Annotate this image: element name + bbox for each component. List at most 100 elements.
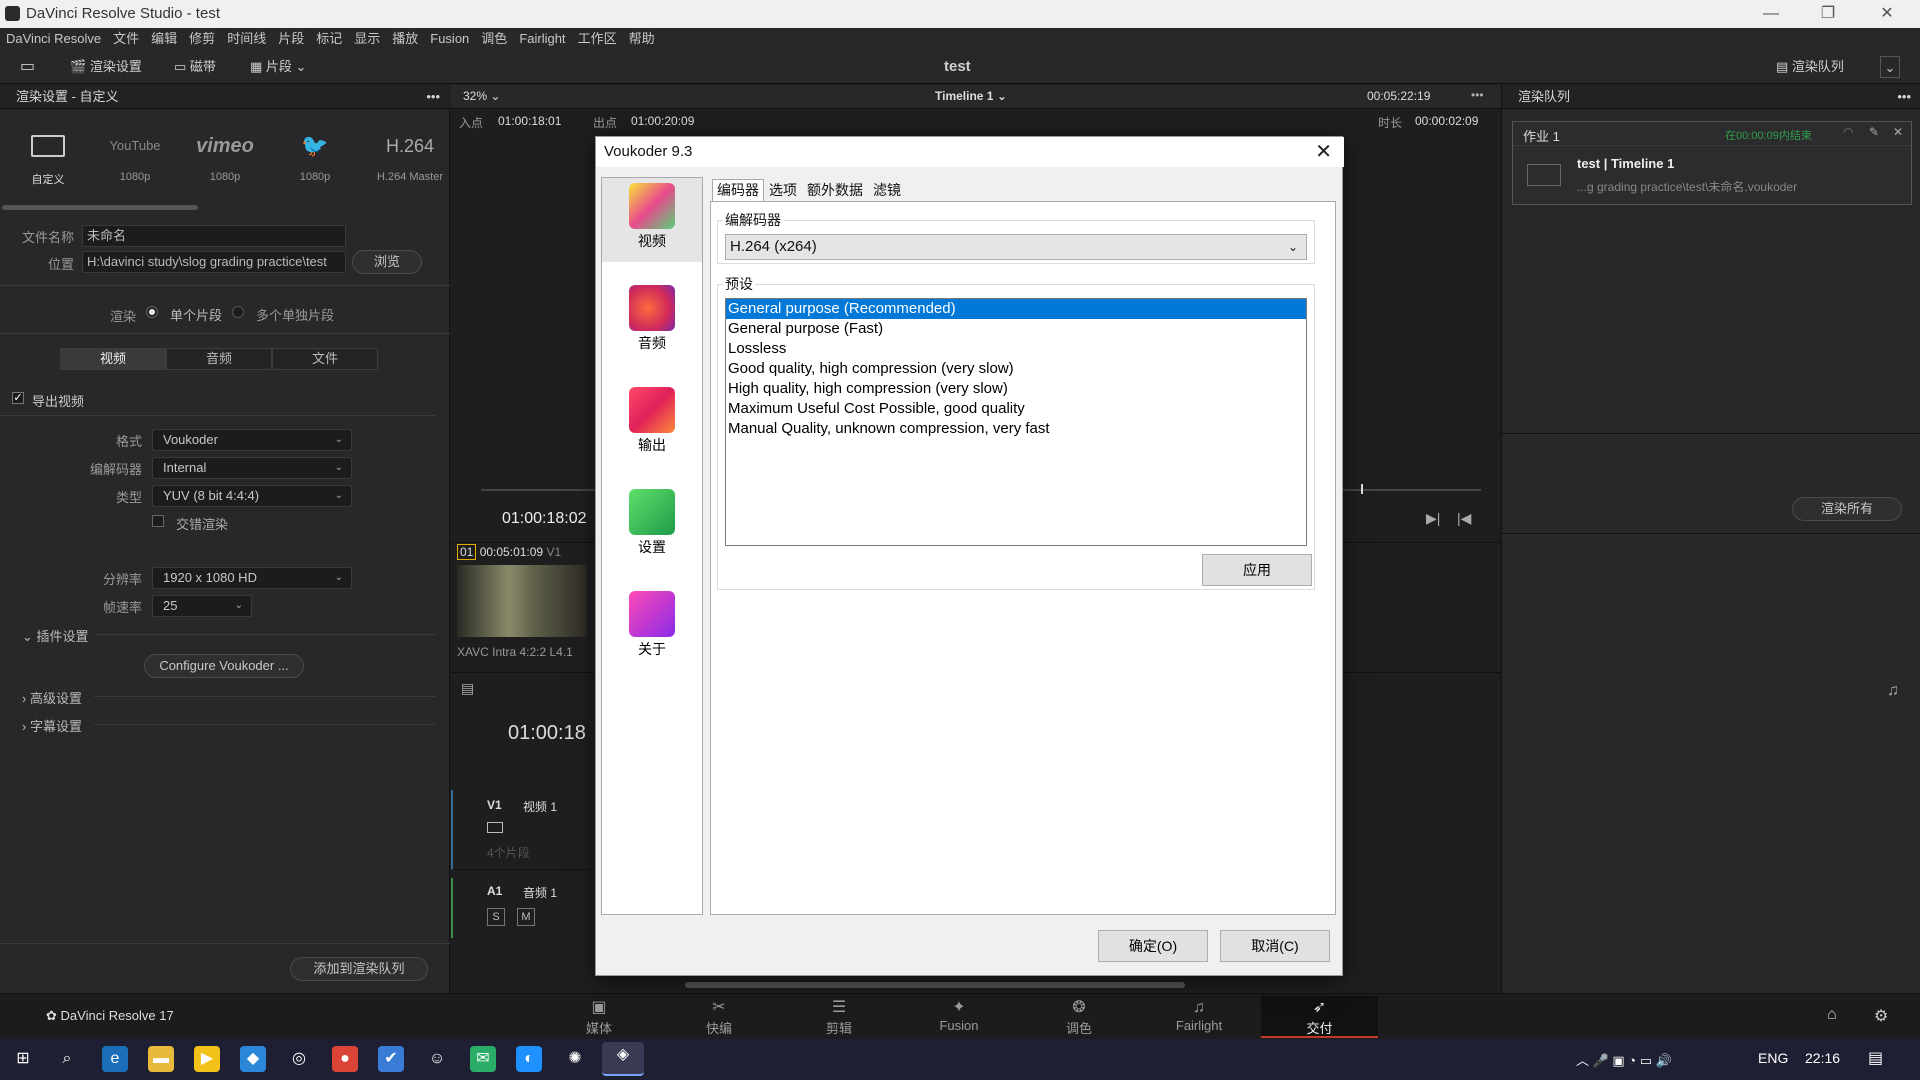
render-all-button[interactable]: 渲染所有 bbox=[1792, 497, 1902, 521]
codec-select[interactable]: Internal ⌄ bbox=[152, 457, 352, 479]
minimize-button[interactable]: — bbox=[1748, 2, 1794, 26]
preset-item[interactable]: General purpose (Recommended) bbox=[726, 299, 1306, 319]
obs-icon[interactable]: ◎ bbox=[286, 1046, 312, 1072]
menu-fusion[interactable]: Fusion bbox=[424, 28, 475, 50]
app-icon[interactable]: ◆ bbox=[240, 1046, 266, 1072]
menu-davinci[interactable]: DaVinci Resolve bbox=[0, 28, 107, 50]
chrome-icon[interactable]: ● bbox=[332, 1046, 358, 1072]
plugin-settings-header[interactable]: ⌄ 插件设置 bbox=[22, 626, 89, 645]
nav-about[interactable]: 关于 bbox=[602, 586, 702, 670]
more-options-icon[interactable]: ••• bbox=[426, 85, 440, 109]
menu-timeline[interactable]: 时间线 bbox=[221, 28, 272, 50]
tab-options[interactable]: 选项 bbox=[764, 179, 802, 201]
preset-item[interactable]: General purpose (Fast) bbox=[726, 319, 1306, 339]
track-view-icon[interactable] bbox=[487, 822, 503, 833]
browse-button[interactable]: 浏览 bbox=[352, 250, 422, 274]
gear-icon[interactable]: ⚙ bbox=[1874, 1006, 1888, 1026]
render-single-radio[interactable] bbox=[146, 306, 158, 318]
cancel-button[interactable]: 取消(C) bbox=[1220, 930, 1330, 962]
interlace-checkbox[interactable] bbox=[152, 515, 164, 527]
page-cut[interactable]: ✂ 快编 bbox=[669, 998, 769, 1038]
preset-listbox[interactable]: General purpose (Recommended) General pu… bbox=[725, 298, 1307, 546]
language-indicator[interactable]: ENG bbox=[1758, 1050, 1788, 1066]
folder-icon[interactable]: ▬ bbox=[148, 1046, 174, 1072]
tab-filters[interactable]: 滤镜 bbox=[868, 179, 906, 201]
filename-input[interactable]: 未命名 bbox=[82, 225, 346, 247]
tab-audio[interactable]: 音频 bbox=[166, 348, 272, 370]
configure-voukoder-button[interactable]: Configure Voukoder ... bbox=[144, 654, 304, 678]
davinci-taskbar-icon[interactable]: ◈ bbox=[602, 1042, 644, 1076]
menu-color[interactable]: 调色 bbox=[475, 28, 513, 50]
page-color[interactable]: ❂ 调色 bbox=[1029, 998, 1129, 1038]
menu-trim[interactable]: 修剪 bbox=[183, 28, 221, 50]
subtitle-settings-header[interactable]: › 字幕设置 bbox=[22, 716, 82, 735]
tab-side-data[interactable]: 额外数据 bbox=[802, 179, 868, 201]
nav-settings[interactable]: 设置 bbox=[602, 484, 702, 568]
dialog-close-icon[interactable]: ✕ bbox=[1315, 139, 1332, 164]
preset-h264[interactable]: H.264 H.264 Master bbox=[370, 135, 450, 183]
preset-twitter[interactable]: 🐦 1080p bbox=[285, 135, 345, 184]
next-frame-icon[interactable]: ▶| bbox=[1426, 510, 1440, 527]
codec-dropdown[interactable]: H.264 (x264) ⌄ bbox=[725, 234, 1307, 260]
search-icon[interactable]: ⌕ bbox=[54, 1046, 80, 1072]
render-settings-toggle[interactable]: 🎬 渲染设置 bbox=[70, 56, 142, 78]
preset-youtube[interactable]: YouTube 1080p bbox=[100, 135, 170, 183]
mute-button[interactable]: M bbox=[517, 908, 535, 926]
edit-icon[interactable]: ✎ bbox=[1869, 125, 1879, 139]
solo-button[interactable]: S bbox=[487, 908, 505, 926]
advanced-settings-header[interactable]: › 高级设置 bbox=[22, 688, 82, 707]
menu-help[interactable]: 帮助 bbox=[623, 28, 661, 50]
expand-icon[interactable]: ⌄ bbox=[1880, 56, 1900, 78]
last-frame-icon[interactable]: |◀ bbox=[1457, 510, 1471, 527]
render-queue-toggle[interactable]: ▤ 渲染队列 bbox=[1776, 56, 1844, 78]
app4-icon[interactable]: ◐ bbox=[516, 1046, 542, 1072]
home-icon[interactable]: ⌂ bbox=[1827, 1006, 1837, 1024]
preset-custom[interactable]: 自定义 bbox=[18, 135, 78, 187]
nav-video[interactable]: 视频 bbox=[602, 178, 702, 262]
timeline-select[interactable]: Timeline 1 ⌄ bbox=[935, 89, 1007, 103]
edge-icon[interactable]: e bbox=[102, 1046, 128, 1072]
timeline-view-icon[interactable]: ▤ bbox=[461, 680, 474, 697]
resolution-select[interactable]: 1920 x 1080 HD ⌄ bbox=[152, 567, 352, 589]
location-input[interactable]: H:\davinci study\slog grading practice\t… bbox=[82, 251, 346, 273]
fps-select[interactable]: 25 ⌄ bbox=[152, 595, 252, 617]
wechat-icon[interactable]: ✉ bbox=[470, 1046, 496, 1072]
nav-output[interactable]: 输出 bbox=[602, 382, 702, 466]
app2-icon[interactable]: ✔ bbox=[378, 1046, 404, 1072]
clips-toggle[interactable]: ▦ 片段 ⌄ bbox=[250, 56, 306, 78]
app3-icon[interactable]: ☺ bbox=[424, 1046, 450, 1072]
menu-file[interactable]: 文件 bbox=[107, 28, 145, 50]
page-fusion[interactable]: ✦ Fusion bbox=[909, 998, 1009, 1038]
preset-item[interactable]: Manual Quality, unknown compression, ver… bbox=[726, 419, 1306, 439]
menu-view[interactable]: 显示 bbox=[348, 28, 386, 50]
preset-item[interactable]: Good quality, high compression (very slo… bbox=[726, 359, 1306, 379]
remove-job-icon[interactable]: ✕ bbox=[1893, 125, 1903, 139]
format-select[interactable]: Voukoder ⌄ bbox=[152, 429, 352, 451]
menu-mark[interactable]: 标记 bbox=[310, 28, 348, 50]
windows-start-icon[interactable]: ⊞ bbox=[10, 1046, 36, 1072]
menu-workspace[interactable]: 工作区 bbox=[572, 28, 623, 50]
timeline-scrollbar[interactable] bbox=[685, 982, 1185, 988]
menu-fairlight[interactable]: Fairlight bbox=[513, 28, 571, 50]
ok-button[interactable]: 确定(O) bbox=[1098, 930, 1208, 962]
music-note-icon[interactable]: ♫ bbox=[1887, 682, 1899, 700]
clip-thumbnail[interactable] bbox=[457, 565, 587, 637]
clock[interactable]: 22:16 bbox=[1805, 1050, 1840, 1066]
preset-vimeo[interactable]: vimeo 1080p bbox=[190, 135, 260, 183]
tab-encoder[interactable]: 编码器 bbox=[712, 179, 764, 201]
tape-toggle[interactable]: ▭ 磁带 bbox=[174, 56, 216, 78]
close-button[interactable]: ✕ bbox=[1864, 2, 1910, 26]
notification-icon[interactable]: ▤ bbox=[1868, 1048, 1883, 1068]
menu-clip[interactable]: 片段 bbox=[272, 28, 310, 50]
page-deliver[interactable]: ➶ 交付 bbox=[1261, 996, 1378, 1038]
type-select[interactable]: YUV (8 bit 4:4:4) ⌄ bbox=[152, 485, 352, 507]
preset-item[interactable]: Lossless bbox=[726, 339, 1306, 359]
page-media[interactable]: ▣ 媒体 bbox=[549, 998, 649, 1038]
export-video-checkbox[interactable]: ✓ bbox=[12, 392, 24, 404]
more-options-icon[interactable]: ••• bbox=[1897, 85, 1911, 109]
nav-audio[interactable]: 音频 bbox=[602, 280, 702, 364]
tab-file[interactable]: 文件 bbox=[272, 348, 378, 370]
page-edit[interactable]: ☰ 剪辑 bbox=[789, 998, 889, 1038]
tray-icons[interactable]: ︿ 🎤 ▣ ◔ ▭ 🔊 bbox=[1576, 1050, 1672, 1069]
voukoder-icon[interactable]: ✺ bbox=[562, 1046, 588, 1072]
